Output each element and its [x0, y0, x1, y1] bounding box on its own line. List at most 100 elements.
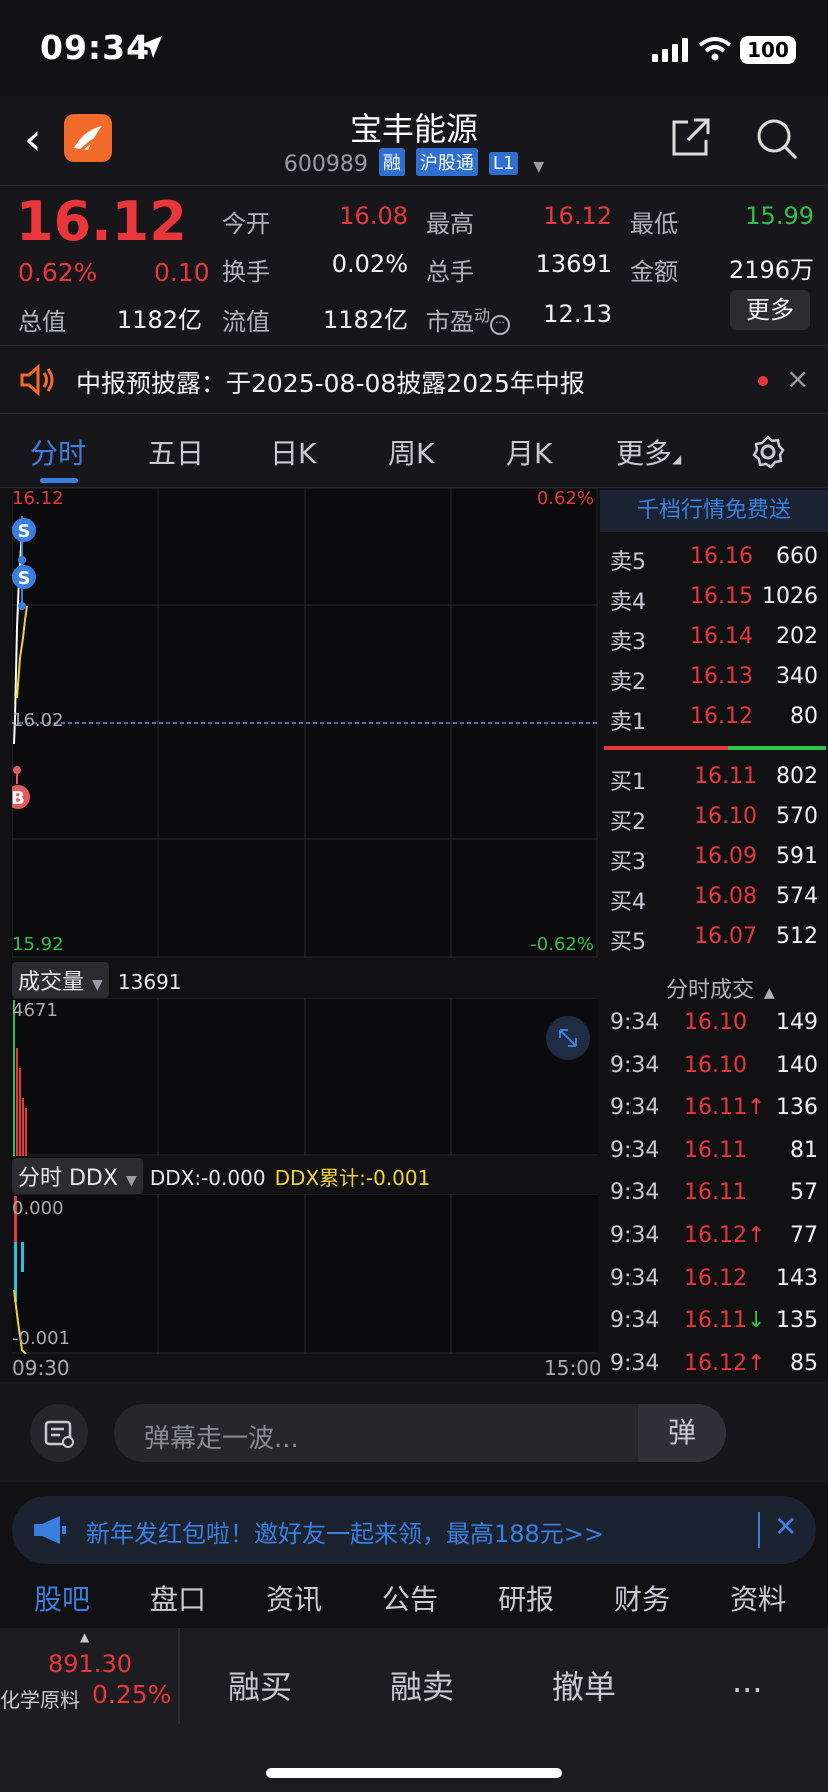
danmaku-settings-button[interactable] — [30, 1404, 88, 1462]
tick-list[interactable]: 9:34 16.10 149 9:34 16.10 140 9:34 16.11↑ 136 … — [600, 1004, 828, 1387]
sector-change-pct: 0.25% — [92, 1680, 172, 1709]
tab-daily-k[interactable]: 日K — [270, 432, 316, 472]
settings-gear-icon[interactable] — [750, 434, 786, 470]
chart-bottom-price: 15.92 — [12, 934, 64, 955]
sell-level-label: 卖1 — [610, 710, 646, 735]
tick-row: 9:34 16.10 140 — [600, 1047, 828, 1090]
danmaku-input[interactable]: 弹幕走一波... 弹 — [114, 1404, 726, 1462]
notice-close-button[interactable]: × — [786, 362, 809, 395]
ddx-chart[interactable]: 0.000 -0.001 — [12, 1193, 598, 1355]
tick-price-value: 16.10 — [684, 1010, 747, 1035]
sell-level-label: 卖3 — [610, 630, 646, 655]
tab-profile[interactable]: 资料 — [730, 1578, 786, 1618]
tick-row: 9:34 16.12↑ 85 — [600, 1345, 828, 1388]
status-bar: 09:34 100 — [0, 0, 828, 96]
volume-max: 4671 — [12, 1000, 58, 1021]
tick-volume: 140 — [776, 1052, 818, 1078]
level-tag: L1 — [488, 152, 519, 175]
cancel-order-button[interactable]: 撤单 — [552, 1662, 616, 1708]
tick-price: 16.10 — [684, 1053, 747, 1078]
tick-row: 9:34 16.11 81 — [600, 1132, 828, 1175]
tick-price-value: 16.11 — [684, 1180, 747, 1206]
more-button[interactable]: 更多 — [730, 290, 810, 330]
tab-news[interactable]: 资讯 — [266, 1578, 322, 1618]
sell-level-price: 16.15 — [690, 584, 753, 609]
tab-forum[interactable]: 股吧 — [34, 1578, 90, 1618]
tick-time: 9:34 — [610, 1010, 660, 1035]
intraday-chart-svg: S S B — [12, 488, 598, 958]
tick-direction-icon: ↑ — [746, 1222, 766, 1248]
tab-more[interactable]: 更多◢ — [616, 432, 681, 472]
tab-research[interactable]: 研报 — [498, 1578, 554, 1618]
volume-total: 13691 — [117, 970, 182, 994]
amount-value: 2196万 — [728, 256, 814, 284]
sell-level-label: 卖2 — [610, 670, 646, 695]
tab-announcements[interactable]: 公告 — [382, 1578, 438, 1618]
tick-volume: 143 — [776, 1265, 818, 1291]
tick-volume: 85 — [790, 1350, 818, 1376]
sell-level-label: 卖4 — [610, 590, 646, 615]
buy-level-volume: 591 — [776, 844, 818, 869]
tab-more-label: 更多 — [616, 437, 673, 470]
tick-time: 9:34 — [610, 1137, 660, 1163]
location-icon — [140, 36, 162, 58]
promo-banner[interactable]: 新年发红包啦！邀好友一起来领，最高188元>> ✕ — [12, 1496, 816, 1564]
margin-sell-button[interactable]: 融卖 — [390, 1662, 454, 1708]
stock-code: 600989 — [283, 152, 368, 177]
margin-buy-button[interactable]: 融买 — [228, 1662, 292, 1708]
notice-bar[interactable]: 中报预披露：于2025-08-08披露2025年中报 × — [0, 346, 828, 414]
pe-dynamic-sup: 动 — [474, 306, 491, 325]
clock: 09:34 — [40, 28, 151, 67]
sell-row: 卖5 16.16 660 — [600, 540, 828, 580]
dropdown-arrow-icon: ▼ — [92, 977, 103, 993]
buy-level-price: 16.09 — [694, 844, 757, 869]
tab-weekly-k[interactable]: 周K — [388, 432, 434, 472]
tick-price-value: 16.11 — [684, 1137, 747, 1163]
ticks-title[interactable]: 分时成交 ▲ — [666, 972, 775, 1004]
sell-row: 卖2 16.13 340 — [600, 660, 828, 700]
buy-strength-bar — [728, 746, 826, 750]
volume-value: 13691 — [535, 250, 612, 278]
level2-banner[interactable]: 千档行情免费送 — [600, 490, 828, 532]
tick-price: 16.11 — [684, 1138, 747, 1163]
sell-marker-2-label: S — [18, 568, 31, 589]
ddx-selector-label: 分时 DDX — [18, 1166, 118, 1191]
total-value: 1182亿 — [116, 306, 202, 334]
volume-chart[interactable]: 4671 — [12, 997, 598, 1156]
volume-selector[interactable]: 成交量 ▼ — [12, 962, 109, 998]
intraday-chart[interactable]: S S B 16.12 0.62% 16.02 15.92 -0.62% — [12, 488, 598, 958]
pe-label[interactable]: 市盈动 ··· — [426, 302, 511, 337]
tab-five-day[interactable]: 五日 — [148, 432, 204, 472]
buy-level-price: 16.11 — [694, 764, 757, 789]
sell-level-label: 卖5 — [610, 550, 646, 575]
danmaku-send-button[interactable]: 弹 — [638, 1404, 726, 1462]
promo-divider — [758, 1512, 760, 1548]
tick-direction-icon: ↑ — [746, 1095, 766, 1121]
ddx-chart-svg — [12, 1193, 598, 1355]
search-icon[interactable] — [754, 116, 798, 160]
tab-financials[interactable]: 财务 — [614, 1578, 670, 1618]
sell-level-price: 16.16 — [690, 544, 753, 569]
ddx-value: DDX:-0.000 — [149, 1166, 266, 1190]
tab-intraday[interactable]: 分时 — [30, 432, 86, 472]
share-icon[interactable] — [668, 116, 712, 160]
tab-monthly-k[interactable]: 月K — [506, 432, 552, 472]
buy-level-volume: 802 — [776, 764, 818, 789]
promo-close-icon[interactable]: ✕ — [774, 1510, 797, 1543]
tick-time: 9:34 — [610, 1052, 660, 1078]
buy-row: 买3 16.09 591 — [600, 840, 828, 880]
low-value: 15.99 — [745, 202, 814, 230]
buy-level-label: 买5 — [610, 930, 646, 955]
tick-price: 16.10 — [684, 1010, 747, 1035]
sell-strength-bar — [604, 746, 728, 750]
ddx-selector[interactable]: 分时 DDX ▼ — [12, 1158, 143, 1194]
tab-orderbook[interactable]: 盘口 — [150, 1578, 206, 1618]
sell-level-price: 16.14 — [690, 624, 753, 649]
total-value-label: 总值 — [18, 308, 66, 336]
buy-row: 买2 16.10 570 — [600, 800, 828, 840]
sell-level-volume: 202 — [776, 624, 818, 649]
sector-index[interactable]: 891.30 化学原料 0.25% — [0, 1628, 178, 1728]
more-actions-button[interactable]: ... — [732, 1662, 763, 1700]
tick-price: 16.12↑ — [684, 1223, 765, 1248]
sell-level-volume: 1026 — [762, 584, 818, 609]
